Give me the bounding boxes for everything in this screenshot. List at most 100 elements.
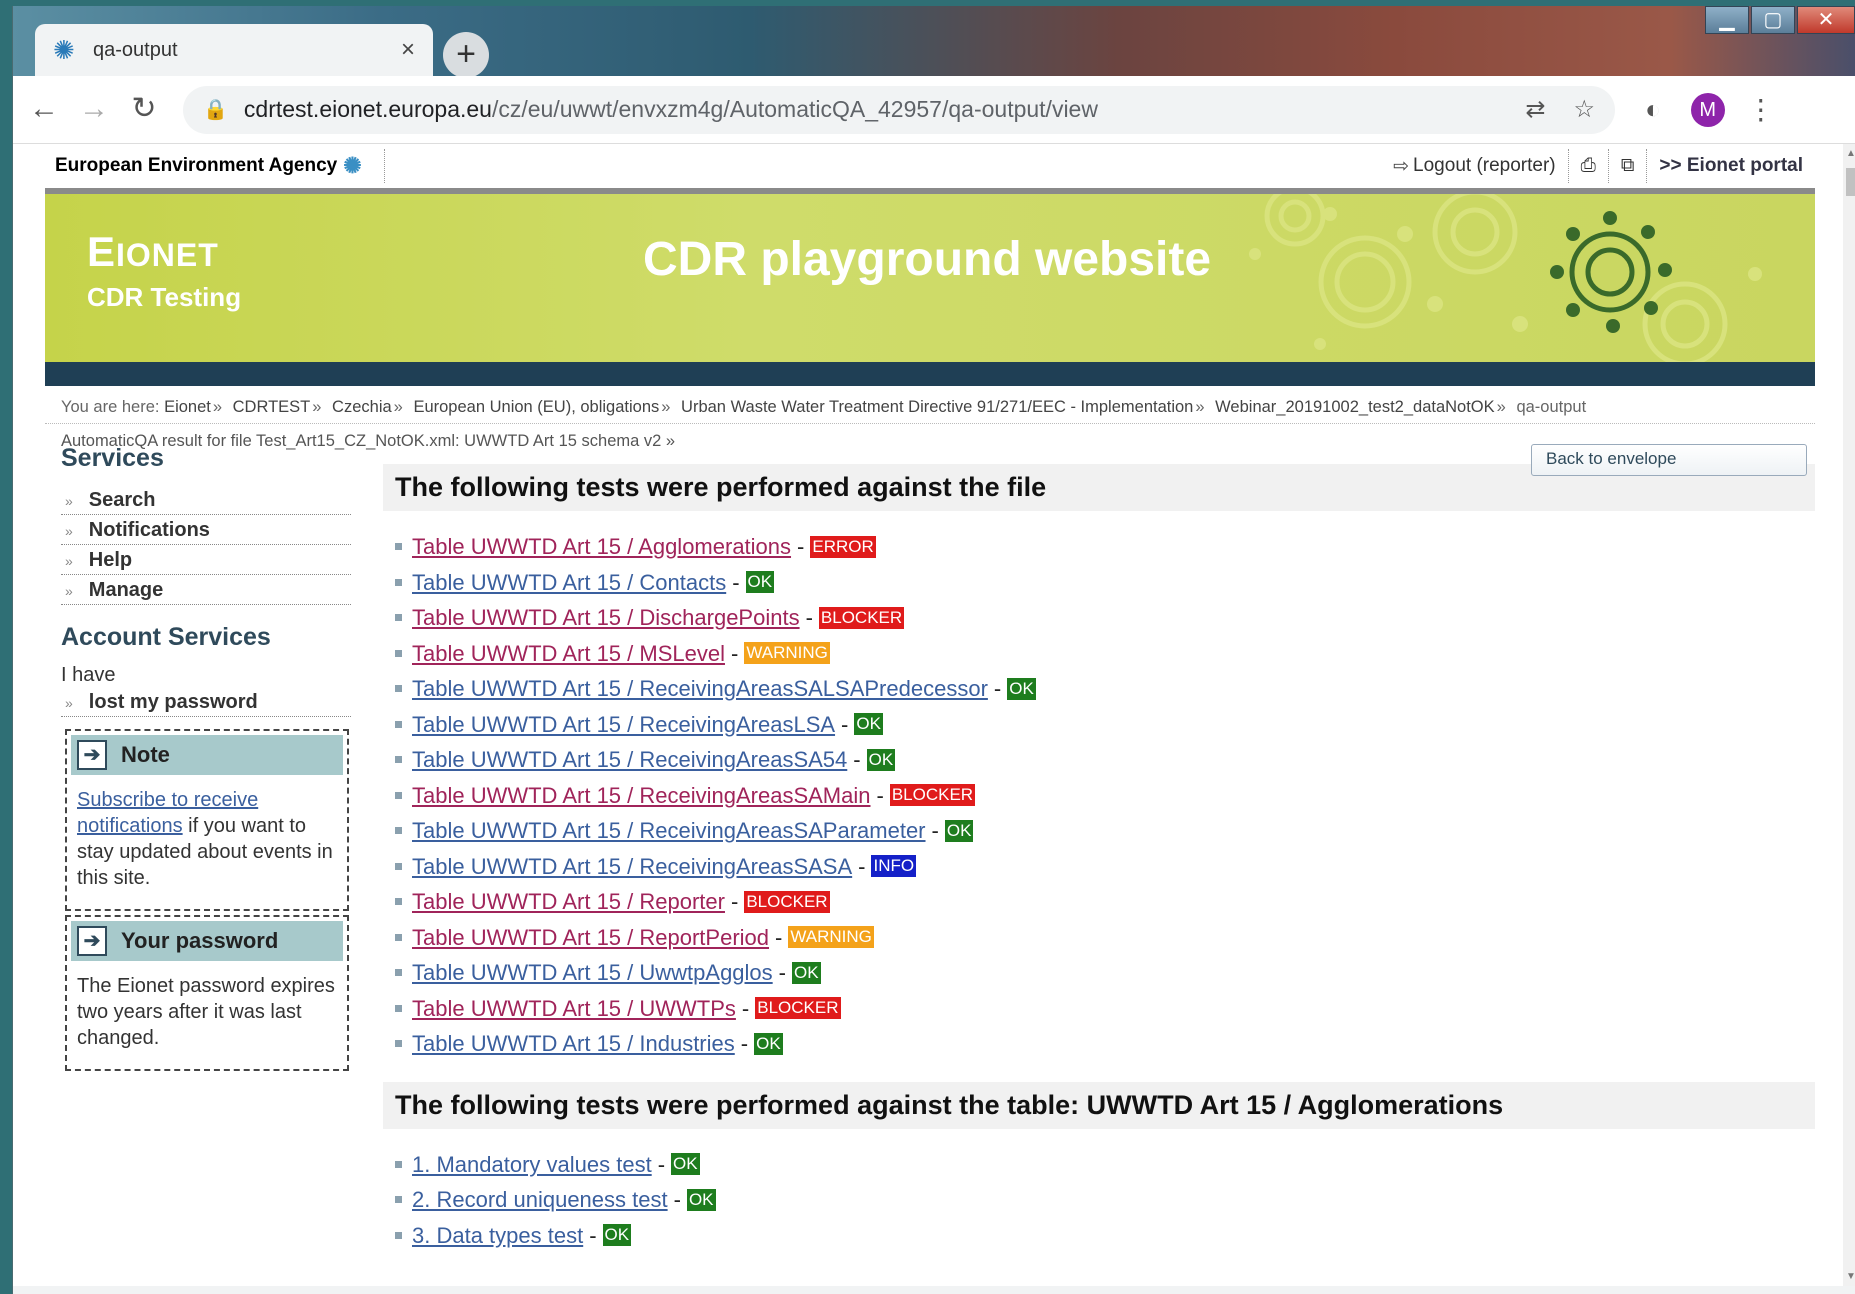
test-link[interactable]: 2. Record uniqueness test <box>412 1182 668 1218</box>
bullet-icon <box>395 720 402 728</box>
address-bar[interactable]: 🔒 cdrtest.eionet.europa.eu /cz/eu/uwwt/e… <box>183 85 1615 134</box>
list-item: Table UWWTD Art 15 / Agglomerations - ERRO… <box>395 529 1815 565</box>
status-badge: OK <box>944 819 974 842</box>
bullet-icon <box>395 685 402 693</box>
sidebar-item-search[interactable]: » Search <box>61 485 351 515</box>
breadcrumb-item[interactable]: Eionet <box>164 398 211 416</box>
list-item: Table UWWTD Art 15 / Industries - OK <box>395 1026 1815 1062</box>
status-badge: WARNING <box>788 926 874 949</box>
back-arrow-icon[interactable]: ← <box>25 91 63 129</box>
test-link[interactable]: Table UWWTD Art 15 / ReceivingAreasSAMai… <box>412 778 871 814</box>
test-link[interactable]: Table UWWTD Art 15 / ReceivingAreasSALSA… <box>412 671 988 707</box>
site-container: European Environment Agency ✺ ⇨ Logout (… <box>45 144 1815 1248</box>
test-link[interactable]: Table UWWTD Art 15 / MSLevel <box>412 636 725 672</box>
sidebar-item-label: lost my password <box>88 691 258 713</box>
list-item: Table UWWTD Art 15 / Reporter - BLOCKER <box>395 884 1815 920</box>
arrow-right-icon: ➔ <box>77 926 107 956</box>
services-menu: » Search » Notifications » Help » Manage <box>61 485 351 605</box>
test-link[interactable]: Table UWWTD Art 15 / ReportPeriod <box>412 920 769 956</box>
extension-icon[interactable]: ◐ <box>1645 94 1661 125</box>
list-item: Table UWWTD Art 15 / ReportPeriod - WARNIN… <box>395 920 1815 956</box>
bullet-icon <box>395 791 402 799</box>
test-link[interactable]: Table UWWTD Art 15 / DischargePoints <box>412 600 800 636</box>
ihave-label: I have <box>61 664 116 686</box>
sidebar-item-notifications[interactable]: » Notifications <box>61 515 351 545</box>
kebab-menu-icon[interactable]: ⋮ <box>1747 93 1775 126</box>
eea-logo[interactable]: European Environment Agency ✺ <box>45 153 362 179</box>
test-link[interactable]: Table UWWTD Art 15 / UwwtpAgglos <box>412 955 773 991</box>
status-badge: INFO <box>871 855 917 878</box>
test-link[interactable]: 1. Mandatory values test <box>412 1147 652 1183</box>
forward-arrow-icon[interactable]: → <box>75 91 113 129</box>
browser-tab[interactable]: ✺ qa-output × <box>35 24 433 76</box>
bullet-icon <box>395 1196 402 1204</box>
maximize-icon[interactable]: ▢ <box>1751 6 1795 34</box>
breadcrumb-item[interactable]: CDRTEST <box>233 398 311 416</box>
list-item: Table UWWTD Art 15 / ReceivingAreasSALSA… <box>395 671 1815 707</box>
profile-avatar[interactable]: M <box>1690 92 1725 127</box>
sidebar-item-lost-password[interactable]: » lost my password <box>61 687 351 717</box>
separator: - <box>876 782 884 808</box>
test-link[interactable]: Table UWWTD Art 15 / ReceivingAreasSAPar… <box>412 813 926 849</box>
breadcrumb-item[interactable]: Urban Waste Water Treatment Directive 91… <box>681 398 1193 416</box>
test-link[interactable]: 3. Data types test <box>412 1218 583 1254</box>
minimize-icon[interactable]: ▁ <box>1705 6 1749 34</box>
close-tab-icon[interactable]: × <box>401 36 415 64</box>
password-header: ➔ Your password <box>71 921 343 961</box>
status-badge: BLOCKER <box>889 784 976 807</box>
eionet-portal-link[interactable]: >> Eionet portal <box>1647 149 1815 183</box>
vertical-scrollbar[interactable]: ▲ ▼ <box>1843 144 1855 1286</box>
new-tab-button[interactable]: + <box>443 32 489 78</box>
test-link[interactable]: Table UWWTD Art 15 / Reporter <box>412 884 725 920</box>
brand-subtitle: CDR Testing <box>87 282 242 312</box>
list-item: Table UWWTD Art 15 / ReceivingAreasSAMai… <box>395 778 1815 814</box>
list-item: Table UWWTD Art 15 / ReceivingAreasLSA - O… <box>395 707 1815 743</box>
fullscreen-icon[interactable]: ⧉ <box>1609 149 1648 183</box>
separator: - <box>797 534 805 559</box>
status-badge: BLOCKER <box>755 997 841 1020</box>
scrollbar-thumb[interactable] <box>1846 168 1855 196</box>
back-to-envelope-button[interactable]: Back to envelope <box>1531 444 1807 476</box>
password-box: ➔ Your password The Eionet password expi… <box>65 915 349 1071</box>
logout-icon: ⇨ <box>1393 155 1410 177</box>
test-link[interactable]: Table UWWTD Art 15 / UWWTPs <box>412 991 736 1027</box>
separator: - <box>732 569 740 595</box>
sidebar-item-manage[interactable]: » Manage <box>61 575 351 605</box>
breadcrumb-item[interactable]: Czechia <box>332 398 392 416</box>
sidebar-item-help[interactable]: » Help <box>61 545 351 575</box>
bookmark-star-icon[interactable]: ☆ <box>1573 95 1595 124</box>
test-link[interactable]: Table UWWTD Art 15 / ReceivingAreasLSA <box>412 707 835 743</box>
test-link[interactable]: Table UWWTD Art 15 / Agglomerations <box>412 529 791 565</box>
logout-link[interactable]: ⇨ Logout (reporter) <box>1381 149 1569 183</box>
scroll-down-icon[interactable]: ▼ <box>1846 1271 1855 1282</box>
window-controls: ▁ ▢ ✕ <box>1703 6 1855 40</box>
scroll-up-icon[interactable]: ▲ <box>1846 148 1855 159</box>
status-badge: OK <box>792 961 821 984</box>
bullet-icon <box>395 614 402 622</box>
status-badge: WARNING <box>744 642 830 665</box>
print-icon[interactable]: ⎙ <box>1569 149 1609 183</box>
test-link[interactable]: Table UWWTD Art 15 / ReceivingAreasSASA <box>412 849 852 885</box>
note-body: Subscribe to receive notifications if yo… <box>71 775 343 891</box>
bullet-icon <box>395 969 402 977</box>
status-badge: OK <box>745 571 775 594</box>
table-tests-list: 1. Mandatory values test - OK 2. Record uni… <box>383 1129 1815 1266</box>
reload-icon[interactable]: ↻ <box>125 91 163 129</box>
bullet-icon <box>395 543 402 551</box>
separator: - <box>730 640 739 666</box>
note-box: ➔ Note Subscribe to receive notification… <box>65 729 349 911</box>
browser-window: ✺ qa-output × + ▁ ▢ ✕ ← → ↻ 🔒 cdrtest.ei… <box>12 6 1855 1294</box>
translate-icon[interactable]: ⇄ <box>1525 95 1545 124</box>
separator: - <box>775 924 783 950</box>
breadcrumb-item[interactable]: European Union (EU), obligations <box>413 398 659 416</box>
test-link[interactable]: Table UWWTD Art 15 / ReceivingAreasSA54 <box>412 742 847 778</box>
close-window-icon[interactable]: ✕ <box>1797 6 1855 34</box>
test-link[interactable]: Table UWWTD Art 15 / Contacts <box>412 565 726 601</box>
list-item: Table UWWTD Art 15 / MSLevel - WARNING <box>395 636 1815 672</box>
eionet-brand[interactable]: EIONET <box>87 228 219 276</box>
bullet-icon <box>395 898 402 906</box>
breadcrumb-item[interactable]: Webinar_20191002_test2_dataNotOK <box>1215 398 1495 416</box>
bullet-icon <box>395 933 402 941</box>
test-link[interactable]: Table UWWTD Art 15 / Industries <box>412 1026 735 1062</box>
note-title: Note <box>121 742 170 767</box>
